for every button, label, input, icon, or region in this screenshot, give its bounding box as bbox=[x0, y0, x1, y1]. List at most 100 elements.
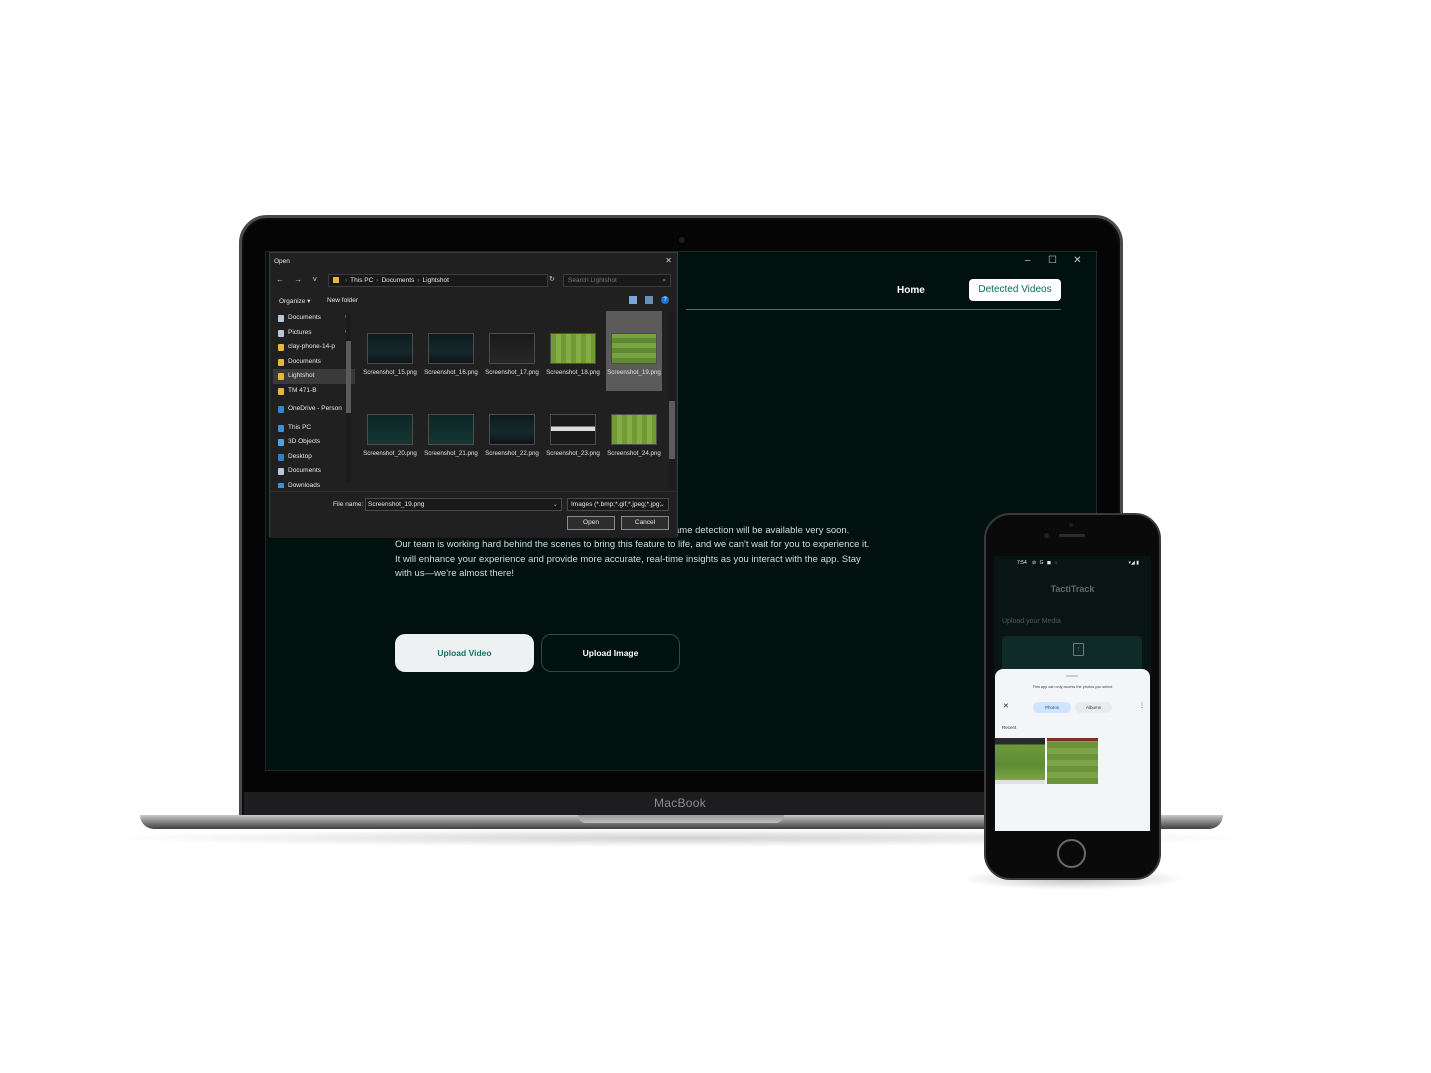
sidebar-item[interactable]: clay-phone-14-p bbox=[273, 340, 355, 355]
file-item[interactable]: Screenshot_21.png bbox=[423, 392, 479, 472]
file-thumbnail bbox=[367, 333, 413, 364]
dialog-toolbar: Organize ▾ New folder ? bbox=[270, 295, 677, 307]
sidebar-item[interactable]: Pictures⚲ bbox=[273, 326, 355, 341]
breadcrumb-this-pc[interactable]: This PC bbox=[350, 277, 373, 284]
sidebar-item-label: OneDrive - Person bbox=[288, 405, 342, 412]
sidebar-item-label: This PC bbox=[288, 423, 312, 431]
window-close-icon[interactable]: ✕ bbox=[1065, 254, 1090, 268]
address-bar[interactable]: › This PC › Documents › Lightshot bbox=[328, 274, 548, 287]
sidebar-item-label: Lightshot bbox=[288, 372, 315, 379]
sidebar-item[interactable]: TM 471-B bbox=[273, 384, 355, 399]
sidebar-item[interactable]: Lightshot bbox=[273, 369, 355, 384]
app-title: TactiTrack bbox=[1050, 584, 1095, 594]
file-item[interactable]: Screenshot_22.png bbox=[484, 392, 540, 472]
folder-icon bbox=[333, 277, 339, 284]
laptop-brand-label: MacBook bbox=[653, 796, 707, 810]
file-name-input[interactable]: Screenshot_19.png ⌄ bbox=[365, 498, 562, 511]
sidebar-item[interactable]: 3D Objects bbox=[273, 435, 355, 450]
scrollbar-thumb[interactable] bbox=[669, 401, 675, 459]
view-tools: ? bbox=[629, 296, 669, 304]
maximize-icon[interactable]: ☐ bbox=[1040, 254, 1065, 268]
picture-icon bbox=[278, 329, 284, 337]
file-name: Screenshot_18.png bbox=[546, 369, 600, 376]
open-button[interactable]: Open bbox=[567, 516, 615, 530]
address-row: ← → ˅ ↑ › This PC › Documents › Lightshot ↻ S… bbox=[270, 273, 677, 288]
file-name-label: File name: bbox=[333, 501, 364, 508]
computer-icon bbox=[278, 424, 284, 432]
file-name: Screenshot_15.png bbox=[363, 369, 417, 376]
file-thumbnail bbox=[611, 333, 657, 364]
sidebar-item-label: Downloads bbox=[288, 481, 321, 489]
file-thumbnail bbox=[428, 414, 474, 445]
battery-icon: ▾◢ ▮ bbox=[1128, 560, 1140, 566]
file-thumbnail bbox=[489, 333, 535, 364]
breadcrumb-lightshot[interactable]: Lightshot bbox=[423, 277, 449, 284]
breadcrumb-documents[interactable]: Documents bbox=[381, 277, 414, 284]
file-name: Screenshot_22.png bbox=[485, 450, 539, 457]
dialog-close-icon[interactable]: ✕ bbox=[665, 256, 672, 265]
search-placeholder: Search Lightshot bbox=[568, 277, 617, 284]
search-input[interactable]: Search Lightshot ⌕ bbox=[563, 274, 671, 287]
file-item[interactable]: Screenshot_20.png bbox=[362, 392, 418, 472]
picker-close-icon[interactable]: ✕ bbox=[1003, 702, 1009, 710]
cube-icon bbox=[278, 439, 284, 446]
laptop-notch bbox=[578, 815, 784, 823]
more-options-icon[interactable]: ⋮ bbox=[1139, 702, 1145, 709]
window-controls: – ☐ ✕ bbox=[1015, 254, 1090, 268]
new-folder-button[interactable]: New folder bbox=[327, 297, 358, 304]
upload-video-button[interactable]: Upload Video bbox=[395, 634, 534, 672]
phone-screen: 7:54 ⊘ G ◼ ◌ ▾◢ ▮ TactiTrack Upload your… bbox=[994, 556, 1151, 831]
file-item[interactable]: Screenshot_19.png bbox=[606, 311, 662, 391]
phone-speaker bbox=[1059, 534, 1085, 537]
cancel-button[interactable]: Cancel bbox=[621, 516, 669, 530]
organize-menu[interactable]: Organize ▾ bbox=[279, 297, 310, 305]
file-open-dialog: Open ✕ ← → ˅ ↑ › This PC › Documents › Lights… bbox=[269, 252, 678, 538]
file-item[interactable]: Screenshot_17.png bbox=[484, 311, 540, 391]
desktop-icon bbox=[278, 453, 284, 461]
folder-icon bbox=[278, 344, 284, 351]
file-thumbnail bbox=[489, 414, 535, 445]
change-view-icon[interactable] bbox=[629, 296, 637, 304]
file-grid-scrollbar[interactable] bbox=[669, 311, 675, 489]
file-type-select[interactable]: Images (*.bmp;*.gif;*.jpeg;*.jpg; ⌄ bbox=[567, 498, 669, 511]
file-thumbnail bbox=[428, 333, 474, 364]
tab-albums[interactable]: Albums bbox=[1075, 702, 1112, 713]
sidebar-item[interactable]: Downloads bbox=[273, 479, 355, 489]
phone-home-button[interactable] bbox=[1057, 839, 1086, 868]
sidebar-item[interactable]: Documents bbox=[273, 355, 355, 370]
navigation-scrollbar[interactable] bbox=[346, 313, 351, 483]
minimize-icon[interactable]: – bbox=[1015, 254, 1040, 268]
chevron-down-icon[interactable]: ⌄ bbox=[660, 499, 665, 510]
file-item[interactable]: Screenshot_16.png bbox=[423, 311, 479, 391]
preview-pane-icon[interactable] bbox=[645, 296, 653, 304]
sheet-drag-handle[interactable] bbox=[1066, 675, 1078, 677]
tab-photos[interactable]: Photos bbox=[1033, 702, 1071, 713]
sidebar-item[interactable]: Desktop bbox=[273, 450, 355, 465]
sidebar-item[interactable]: Documents⚲ bbox=[273, 311, 355, 326]
photo-thumbnail[interactable] bbox=[1047, 738, 1098, 784]
dialog-title: Open bbox=[274, 258, 290, 265]
file-item[interactable]: Screenshot_24.png bbox=[606, 392, 662, 472]
file-name: Screenshot_17.png bbox=[485, 369, 539, 376]
chevron-down-icon[interactable]: ⌄ bbox=[553, 499, 558, 510]
file-item[interactable]: Screenshot_18.png bbox=[545, 311, 601, 391]
sidebar-item[interactable]: This PC bbox=[273, 421, 355, 436]
file-item[interactable]: Screenshot_23.png bbox=[545, 392, 601, 472]
scrollbar-thumb[interactable] bbox=[346, 341, 351, 413]
nav-arrows-icon[interactable]: ← → ˅ ↑ bbox=[276, 275, 335, 284]
file-item[interactable]: Screenshot_15.png bbox=[362, 311, 418, 391]
sidebar-item[interactable]: Documents bbox=[273, 464, 355, 479]
nav-detected-videos-button[interactable]: Detected Videos bbox=[969, 279, 1061, 301]
status-icons: ⊘ G ◼ ◌ bbox=[1032, 560, 1059, 566]
help-icon[interactable]: ? bbox=[661, 296, 669, 304]
upload-image-button[interactable]: Upload Image bbox=[541, 634, 680, 672]
nav-home-link[interactable]: Home bbox=[897, 285, 925, 296]
folder-icon bbox=[278, 358, 284, 366]
coming-soon-message-first-line: ame detection will be available very soo… bbox=[674, 525, 850, 536]
file-name: Screenshot_21.png bbox=[424, 450, 478, 457]
photo-thumbnail[interactable] bbox=[995, 738, 1046, 784]
sidebar-item[interactable]: OneDrive - Person bbox=[273, 402, 355, 417]
refresh-icon[interactable]: ↻ bbox=[549, 275, 555, 283]
folder-icon bbox=[278, 373, 284, 380]
picker-access-note: This app can only access the photos you … bbox=[1032, 685, 1113, 689]
